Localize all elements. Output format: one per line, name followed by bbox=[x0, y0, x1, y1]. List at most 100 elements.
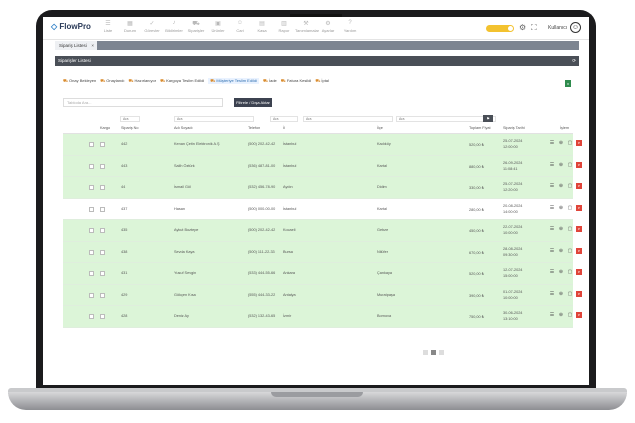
list-icon[interactable]: ☰ bbox=[549, 269, 555, 275]
nav-item[interactable]: ⚙ Ayarlar bbox=[317, 20, 339, 33]
close-icon[interactable]: × bbox=[91, 41, 94, 50]
table-row[interactable]: 438 Sevda Kaya (500) 111-22-33 Bursa Nilüfer… bbox=[63, 241, 582, 263]
pdf-icon[interactable]: P bbox=[576, 290, 582, 297]
table-row[interactable]: 429 Gökçen Kısa (555) 444-33-22 Antalya Mura… bbox=[63, 284, 582, 306]
app-logo[interactable]: ◇ FlowPro bbox=[51, 22, 91, 31]
status-filter-button[interactable]: ⛟Onaylandı bbox=[100, 78, 124, 84]
nav-item[interactable]: ▣ Ürünler bbox=[207, 20, 229, 33]
column-header[interactable]: İlçe bbox=[377, 126, 383, 130]
gear-icon[interactable]: ⚙ bbox=[519, 23, 526, 32]
file-icon[interactable]: ▢ bbox=[567, 312, 573, 318]
pdf-icon[interactable]: P bbox=[576, 312, 582, 318]
table-row[interactable]: 437 Hasan (500) 000-00-00 İstanbul Kartal 280… bbox=[63, 198, 582, 220]
nav-item[interactable]: ⛟ Siparişler bbox=[185, 20, 207, 33]
column-header[interactable]: Kargo bbox=[100, 126, 110, 130]
nav-item[interactable]: ? Yardım bbox=[339, 20, 361, 33]
page-prev-button[interactable] bbox=[423, 350, 428, 355]
row-expand-toggle[interactable] bbox=[100, 185, 105, 190]
nav-item[interactable]: ▦ Durum bbox=[119, 20, 141, 33]
table-row[interactable]: 428 Deniz Ay (532) 132-43-65 İzmir Bornova 75… bbox=[63, 306, 582, 328]
plus-icon[interactable]: ⊕ bbox=[558, 312, 564, 318]
status-filter-button[interactable]: ⛟İade bbox=[263, 78, 277, 84]
row-checkbox[interactable] bbox=[89, 185, 94, 190]
table-row[interactable]: 443 Salih Öztürk (536) 487-81-00 İstanbul Ka… bbox=[63, 155, 582, 177]
row-checkbox[interactable] bbox=[89, 206, 94, 212]
pdf-icon[interactable]: P bbox=[576, 183, 582, 189]
pdf-icon[interactable]: P bbox=[576, 204, 582, 211]
column-header[interactable]: Sipariş No bbox=[121, 126, 139, 130]
status-filter-button[interactable]: ⛟Onay Bekleyen bbox=[63, 78, 96, 84]
file-icon[interactable]: ▢ bbox=[567, 248, 573, 254]
file-icon[interactable]: ▢ bbox=[567, 140, 573, 146]
column-filter-input[interactable] bbox=[396, 116, 496, 122]
table-row[interactable]: 435 Aykut Boztepe (500) 202-42-42 Kocaeli Ge… bbox=[63, 220, 582, 242]
row-checkbox[interactable] bbox=[89, 314, 94, 319]
column-header[interactable]: İşlem bbox=[560, 126, 569, 130]
column-header[interactable]: İl bbox=[283, 126, 285, 130]
row-checkbox[interactable] bbox=[89, 271, 94, 276]
table-row[interactable]: 44 İsmail Göl (532) 456-78-90 Aydın Didim 330… bbox=[63, 177, 582, 199]
nav-item[interactable]: ▥ Rapor bbox=[273, 20, 295, 33]
file-icon[interactable]: ▢ bbox=[567, 183, 573, 189]
list-icon[interactable]: ☰ bbox=[549, 291, 555, 297]
avatar[interactable]: ☺ bbox=[570, 22, 581, 33]
nav-item[interactable]: ▤ Kasa bbox=[251, 20, 273, 33]
nav-item[interactable]: ⚒ Tanımlamalar bbox=[295, 20, 319, 33]
plus-icon[interactable]: ⊕ bbox=[558, 269, 564, 275]
table-row[interactable]: 442 Kenan Çetin Elektronik A.Ş (500) 202-4… bbox=[63, 134, 582, 156]
list-icon[interactable]: ☰ bbox=[549, 205, 555, 211]
file-icon[interactable]: ▢ bbox=[567, 226, 573, 232]
flag-filter-icon[interactable]: ⚑ bbox=[483, 115, 493, 122]
pdf-icon[interactable]: P bbox=[576, 247, 582, 254]
plus-icon[interactable]: ⊕ bbox=[558, 140, 564, 146]
row-expand-toggle[interactable] bbox=[100, 163, 105, 169]
page-next-button[interactable] bbox=[439, 350, 444, 355]
plus-icon[interactable]: ⊕ bbox=[558, 205, 564, 211]
status-filter-button[interactable]: ⛟İptal bbox=[315, 78, 329, 84]
list-icon[interactable]: ☰ bbox=[549, 248, 555, 254]
status-filter-button[interactable]: ⛟Müşteriye Teslim Edildi bbox=[208, 78, 259, 84]
pdf-icon[interactable]: P bbox=[576, 140, 582, 146]
row-expand-toggle[interactable] bbox=[100, 314, 105, 319]
fullscreen-icon[interactable]: ⛶ bbox=[531, 23, 537, 33]
row-expand-toggle[interactable] bbox=[100, 206, 105, 212]
plus-icon[interactable]: ⊕ bbox=[558, 226, 564, 232]
column-filter-input[interactable] bbox=[174, 116, 254, 122]
excel-export-icon[interactable]: x bbox=[565, 80, 571, 87]
list-icon[interactable]: ☰ bbox=[549, 312, 555, 318]
status-filter-button[interactable]: ⛟Hazırlanıyor bbox=[128, 78, 156, 84]
column-header[interactable]: Toplam Fiyat bbox=[469, 126, 491, 130]
nav-item[interactable]: ✓ Görevler bbox=[141, 20, 163, 33]
status-filter-button[interactable]: ⛟Fatura Kesildi bbox=[281, 78, 312, 84]
plus-icon[interactable]: ⊕ bbox=[558, 162, 564, 168]
row-checkbox[interactable] bbox=[89, 228, 94, 233]
pdf-icon[interactable]: P bbox=[576, 226, 582, 232]
search-input[interactable] bbox=[63, 98, 223, 107]
list-icon[interactable]: ☰ bbox=[549, 226, 555, 232]
bulk-action-button[interactable]: Filtrele / Dışa Aktar bbox=[234, 98, 272, 107]
row-expand-toggle[interactable] bbox=[100, 271, 105, 276]
nav-item[interactable]: ☺ Cari bbox=[229, 20, 251, 33]
file-icon[interactable]: ▢ bbox=[567, 269, 573, 275]
plus-icon[interactable]: ⊕ bbox=[558, 248, 564, 254]
column-filter-input[interactable] bbox=[303, 116, 393, 122]
row-checkbox[interactable] bbox=[89, 163, 94, 169]
column-filter-input[interactable] bbox=[120, 116, 140, 122]
file-icon[interactable]: ▢ bbox=[567, 162, 573, 168]
status-filter-button[interactable]: ⛟Kargoya Teslim Edildi bbox=[160, 78, 204, 84]
column-filter-input[interactable] bbox=[270, 116, 298, 122]
file-icon[interactable]: ▢ bbox=[567, 205, 573, 211]
refresh-icon[interactable]: ⟳ bbox=[572, 56, 576, 66]
column-header[interactable]: Telefon bbox=[248, 126, 260, 130]
list-icon[interactable]: ☰ bbox=[549, 162, 555, 168]
file-icon[interactable]: ▢ bbox=[567, 291, 573, 297]
row-checkbox[interactable] bbox=[89, 249, 94, 255]
nav-item[interactable]: ☰ Liste bbox=[97, 20, 119, 33]
theme-toggle[interactable] bbox=[486, 25, 514, 32]
nav-item[interactable]: ♪ Bildirimler bbox=[163, 20, 185, 33]
table-row[interactable]: 431 Yusuf Sevgin (533) 444-55-66 Ankara Çank… bbox=[63, 263, 582, 285]
list-icon[interactable]: ☰ bbox=[549, 140, 555, 146]
pdf-icon[interactable]: P bbox=[576, 161, 582, 168]
page-current-button[interactable] bbox=[431, 350, 436, 355]
pdf-icon[interactable]: P bbox=[576, 269, 582, 275]
